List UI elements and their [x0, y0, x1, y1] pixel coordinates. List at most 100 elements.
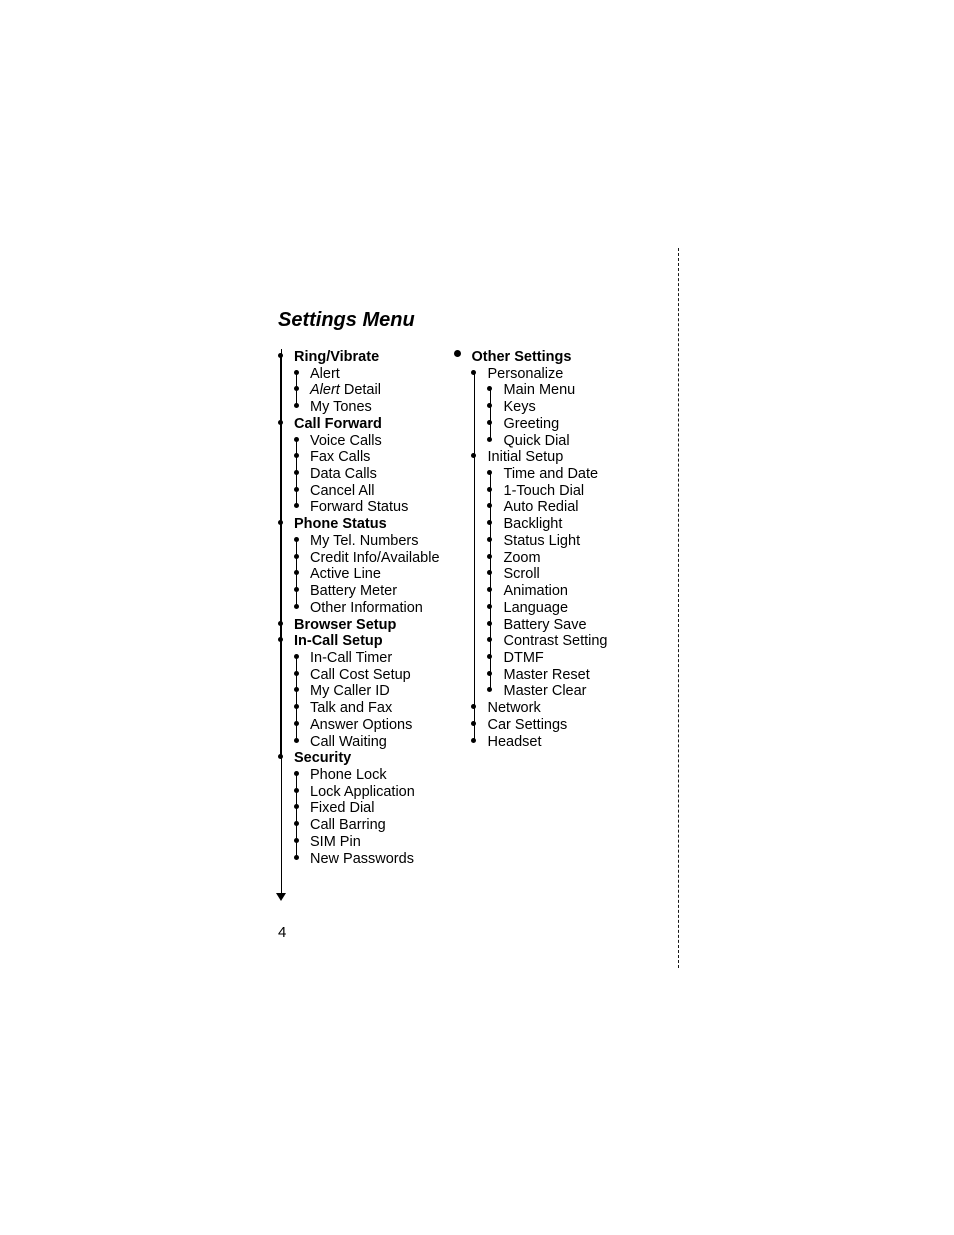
- menu-item: Auto Redial: [488, 499, 608, 516]
- menu-item: Call Cost Setup: [294, 667, 440, 684]
- bullet-icon: [294, 587, 299, 592]
- bullet-icon: [471, 704, 476, 709]
- menu-item-label: Initial Setup: [488, 450, 564, 466]
- bullet-icon: [294, 838, 299, 843]
- bullet-icon: [294, 470, 299, 475]
- bullet-icon: [294, 738, 299, 743]
- menu-item-label: Call Forward: [294, 416, 382, 432]
- tree-arrow-down-icon: [276, 893, 286, 901]
- bullet-icon: [294, 855, 299, 860]
- menu-item-label: Battery Meter: [310, 584, 397, 600]
- bullet-icon: [487, 470, 492, 475]
- menu-item-label: Master Clear: [504, 684, 587, 700]
- menu-item: Fixed Dial: [294, 800, 440, 817]
- menu-item: Scroll: [488, 566, 608, 583]
- menu-item-label: Alert Detail: [310, 383, 381, 399]
- bullet-icon: [487, 537, 492, 542]
- menu-item-label: Fax Calls: [310, 450, 370, 466]
- menu-item: DTMF: [488, 650, 608, 667]
- menu-item-label: Call Cost Setup: [310, 667, 411, 683]
- bullet-icon: [471, 721, 476, 726]
- bullet-icon: [294, 788, 299, 793]
- bullet-icon: [471, 738, 476, 743]
- menu-item: Data Calls: [294, 466, 440, 483]
- menu-item: Alert: [294, 366, 440, 383]
- menu-item: Backlight: [488, 516, 608, 533]
- menu-item-label: Personalize: [488, 366, 564, 382]
- menu-item-label: Call Barring: [310, 818, 386, 834]
- menu-item-label: Phone Status: [294, 517, 387, 533]
- menu-item: Cancel All: [294, 483, 440, 500]
- menu-item: Lock Application: [294, 784, 440, 801]
- menu-item: Contrast Setting: [488, 633, 608, 650]
- menu-item: Time and Date: [488, 466, 608, 483]
- bullet-icon: [471, 370, 476, 375]
- menu-item-label: Auto Redial: [504, 500, 579, 516]
- bullet-icon: [294, 804, 299, 809]
- menu-item: My Tones: [294, 399, 440, 416]
- crop-marks: [678, 248, 679, 968]
- menu-item: Credit Info/Available: [294, 550, 440, 567]
- menu-columns: Ring/VibrateAlertAlert DetailMy TonesCal…: [278, 349, 678, 867]
- menu-item: Call Waiting: [294, 734, 440, 751]
- bullet-icon: [487, 437, 492, 442]
- menu-tree-left: Ring/VibrateAlertAlert DetailMy TonesCal…: [278, 349, 440, 867]
- bullet-icon: [294, 554, 299, 559]
- menu-item-label: Active Line: [310, 567, 381, 583]
- menu-item-label: Other Information: [310, 600, 423, 616]
- submenu: Voice CallsFax CallsData CallsCancel All…: [294, 433, 440, 517]
- menu-item: Master Reset: [488, 667, 608, 684]
- bullet-icon: [487, 520, 492, 525]
- menu-item: Initial SetupTime and Date1-Touch DialAu…: [472, 449, 608, 700]
- menu-item: Phone Lock: [294, 767, 440, 784]
- menu-item-label: Phone Lock: [310, 767, 387, 783]
- menu-item-label: Keys: [504, 400, 536, 416]
- menu-item-label: 1-Touch Dial: [504, 483, 585, 499]
- menu-item: Forward Status: [294, 499, 440, 516]
- menu-item-label: My Caller ID: [310, 684, 390, 700]
- menu-item: PersonalizeMain MenuKeysGreetingQuick Di…: [472, 366, 608, 450]
- bullet-icon: [294, 771, 299, 776]
- bullet-icon: [487, 554, 492, 559]
- bullet-icon: [487, 403, 492, 408]
- menu-item: Car Settings: [472, 717, 608, 734]
- bullet-icon: [487, 637, 492, 642]
- menu-item-label: Greeting: [504, 416, 560, 432]
- menu-item-label: Master Reset: [504, 667, 590, 683]
- menu-item-label: Network: [488, 701, 541, 717]
- menu-item-label: Car Settings: [488, 717, 568, 733]
- menu-item-label: Scroll: [504, 567, 540, 583]
- menu-item-label: Answer Options: [310, 717, 412, 733]
- bullet-icon: [454, 350, 461, 357]
- bullet-icon: [487, 386, 492, 391]
- other-settings-root: Other Settings PersonalizeMain MenuKeysG…: [472, 349, 608, 750]
- menu-item: Active Line: [294, 566, 440, 583]
- bullet-icon: [294, 386, 299, 391]
- menu-item-label: Time and Date: [504, 467, 599, 483]
- submenu: In-Call TimerCall Cost SetupMy Caller ID…: [294, 650, 440, 750]
- menu-item: New Passwords: [294, 851, 440, 868]
- bullet-icon: [487, 654, 492, 659]
- menu-item: Status Light: [488, 533, 608, 550]
- bullet-icon: [294, 704, 299, 709]
- menu-item-label: Status Light: [504, 533, 581, 549]
- menu-item-label: Battery Save: [504, 617, 587, 633]
- bullet-icon: [487, 621, 492, 626]
- menu-item-label: Quick Dial: [504, 433, 570, 449]
- menu-item: Quick Dial: [488, 433, 608, 450]
- bullet-icon: [487, 503, 492, 508]
- menu-item: Phone StatusMy Tel. NumbersCredit Info/A…: [278, 516, 440, 616]
- menu-item-label: Data Calls: [310, 467, 377, 483]
- bullet-icon: [294, 570, 299, 575]
- menu-item: Animation: [488, 583, 608, 600]
- menu-item: Battery Meter: [294, 583, 440, 600]
- menu-item: Voice Calls: [294, 433, 440, 450]
- bullet-icon: [487, 570, 492, 575]
- bullet-icon: [294, 453, 299, 458]
- menu-item-label: Credit Info/Available: [310, 550, 440, 566]
- menu-item-label: Ring/Vibrate: [294, 350, 379, 366]
- menu-item-label: Call Waiting: [310, 734, 387, 750]
- bullet-icon: [294, 437, 299, 442]
- bullet-icon: [294, 403, 299, 408]
- menu-item: In-Call Timer: [294, 650, 440, 667]
